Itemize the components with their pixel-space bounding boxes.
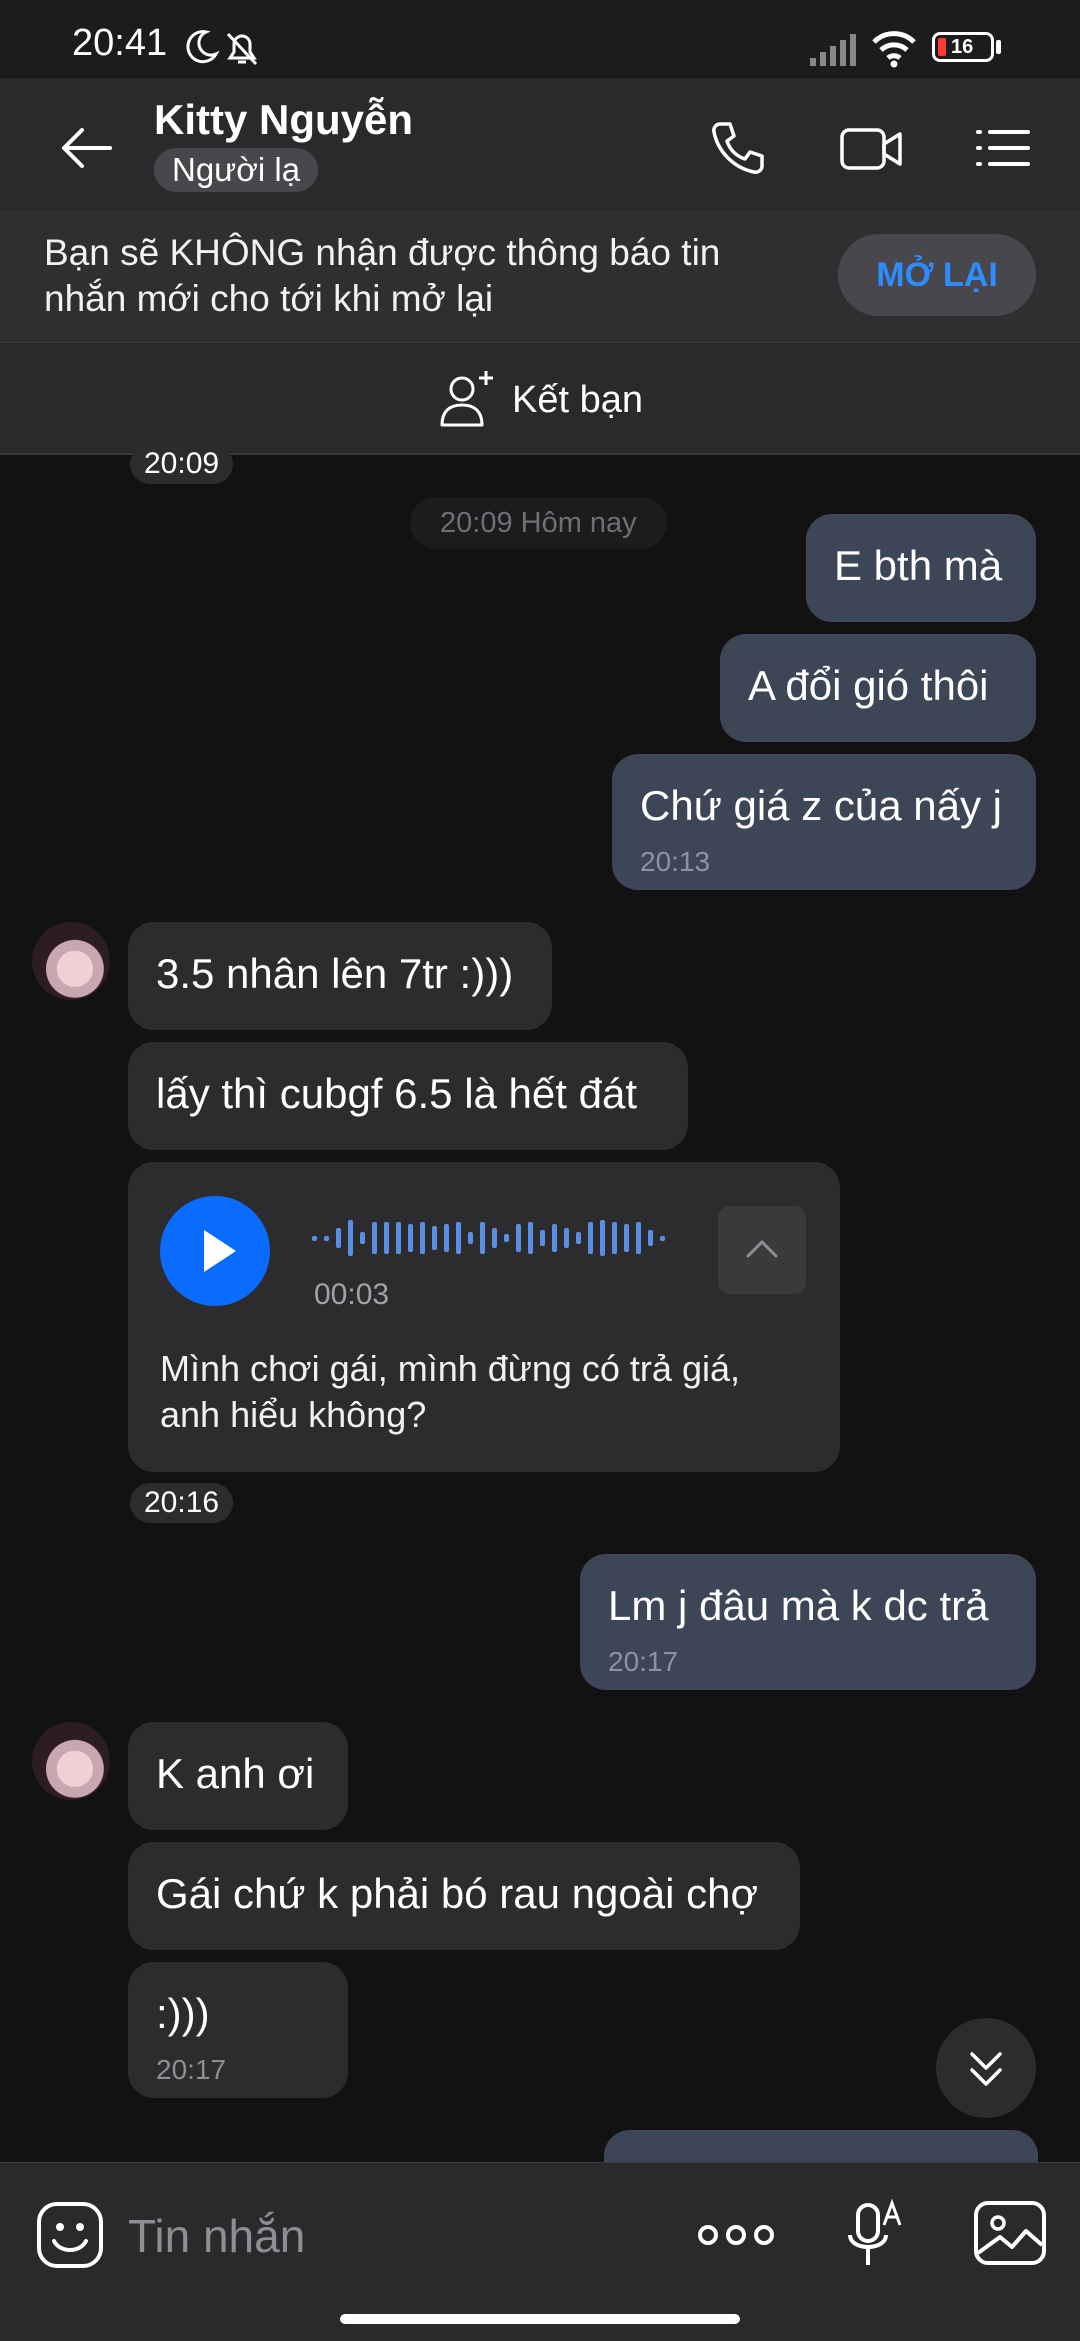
message-bubble-incoming[interactable]: 3.5 nhân lên 7tr :))) [128, 922, 552, 1030]
battery-icon: 16 [932, 32, 994, 62]
voice-record-button[interactable] [848, 2199, 904, 2275]
message-time: 20:16 [130, 1483, 234, 1523]
image-icon [974, 2201, 1046, 2265]
message-time: 20:09 [130, 444, 234, 484]
message-text: lấy thì cubgf 6.5 là hết đát [156, 1070, 637, 1117]
muted-notice-text: Bạn sẽ KHÔNG nhận được thông báo tin nhắ… [44, 232, 721, 319]
message-text: A đổi gió thôi [748, 662, 989, 709]
message-bubble-outgoing[interactable]: Chứ giá z của nấy j 20:13 [612, 754, 1036, 890]
bell-off-icon [226, 32, 258, 66]
message-timestamp: 20:17 [608, 1646, 679, 1677]
back-button[interactable] [56, 116, 120, 180]
stranger-badge: Người lạ [154, 148, 319, 192]
list-menu-icon [976, 130, 1030, 166]
message-timestamp: 20:13 [640, 846, 711, 877]
emoji-icon [37, 2202, 103, 2268]
photo-button[interactable] [972, 2197, 1048, 2269]
message-text: :))) [156, 1990, 210, 2037]
voice-call-button[interactable] [706, 116, 770, 180]
options-menu-button[interactable] [970, 116, 1034, 180]
message-text: K anh ơi [156, 1750, 315, 1797]
sticker-button[interactable] [34, 2199, 106, 2271]
more-options-button[interactable] [696, 2207, 776, 2263]
scroll-to-bottom-button[interactable] [936, 2018, 1036, 2118]
message-bubble-outgoing[interactable]: Lm j đâu mà k dc trả 20:17 [580, 1554, 1036, 1690]
message-timestamp: 20:17 [156, 2054, 227, 2085]
message-bubble-incoming[interactable]: :))) 20:17 [128, 1962, 348, 2098]
collapse-transcript-button[interactable] [718, 1206, 806, 1294]
contact-name[interactable]: Kitty Nguyễn [154, 96, 413, 144]
back-arrow-icon [62, 128, 112, 168]
microphone-icon [848, 2199, 902, 2265]
status-bar: 20:41 16 [0, 0, 1080, 78]
video-camera-icon [840, 128, 902, 170]
message-text: Lm j đâu mà k dc trả [608, 1582, 989, 1629]
video-call-button[interactable] [836, 116, 908, 180]
message-bubble-incoming[interactable]: lấy thì cubgf 6.5 là hết đát [128, 1042, 688, 1150]
chat-header: Kitty Nguyễn Người lạ [0, 78, 1080, 210]
reopen-notifications-button[interactable]: MỞ LẠI [838, 234, 1036, 316]
double-chevron-down-icon [970, 2052, 1002, 2086]
message-text: E bth mà [834, 542, 1003, 589]
muted-notice-banner: Bạn sẽ KHÔNG nhận được thông báo tin nhắ… [0, 210, 1080, 343]
message-bubble-outgoing[interactable]: A đổi gió thôi [720, 634, 1036, 742]
voice-transcript: Mình chơi gái, mình đừng có trả giá, anh… [160, 1348, 740, 1435]
voice-duration: 00:03 [314, 1278, 390, 1311]
message-text: 3.5 nhân lên 7tr :))) [156, 950, 514, 997]
home-indicator[interactable] [340, 2314, 740, 2324]
wifi-icon [872, 31, 916, 68]
more-dots-icon [698, 2225, 774, 2245]
waveform-icon [312, 1220, 665, 1256]
play-icon [204, 1230, 236, 1272]
add-friend-button[interactable]: Kết bạn [0, 343, 1080, 455]
date-separator: 20:09 Hôm nay [410, 497, 667, 549]
message-input[interactable] [126, 2195, 650, 2277]
avatar[interactable] [32, 922, 110, 1000]
add-friend-icon [440, 371, 493, 427]
status-time: 20:41 [72, 22, 168, 64]
battery-level: 16 [951, 36, 974, 58]
signal-icon [810, 34, 856, 66]
play-button[interactable] [160, 1196, 270, 1306]
add-friend-label: Kết bạn [512, 379, 643, 421]
phone-icon [712, 122, 764, 174]
voice-message[interactable]: 00:03 Mình chơi gái, mình đừng có trả gi… [128, 1162, 840, 1472]
message-bubble-outgoing[interactable]: E bth mà [806, 514, 1036, 622]
message-bubble-incoming[interactable]: K anh ơi [128, 1722, 348, 1830]
message-bubble-incoming[interactable]: Gái chứ k phải bó rau ngoài chợ [128, 1842, 800, 1950]
message-text: Gái chứ k phải bó rau ngoài chợ [156, 1870, 759, 1917]
chevron-up-icon [746, 1239, 778, 1258]
message-text: Chứ giá z của nấy j [640, 782, 1002, 829]
avatar[interactable] [32, 1722, 110, 1800]
moon-icon [186, 30, 220, 64]
